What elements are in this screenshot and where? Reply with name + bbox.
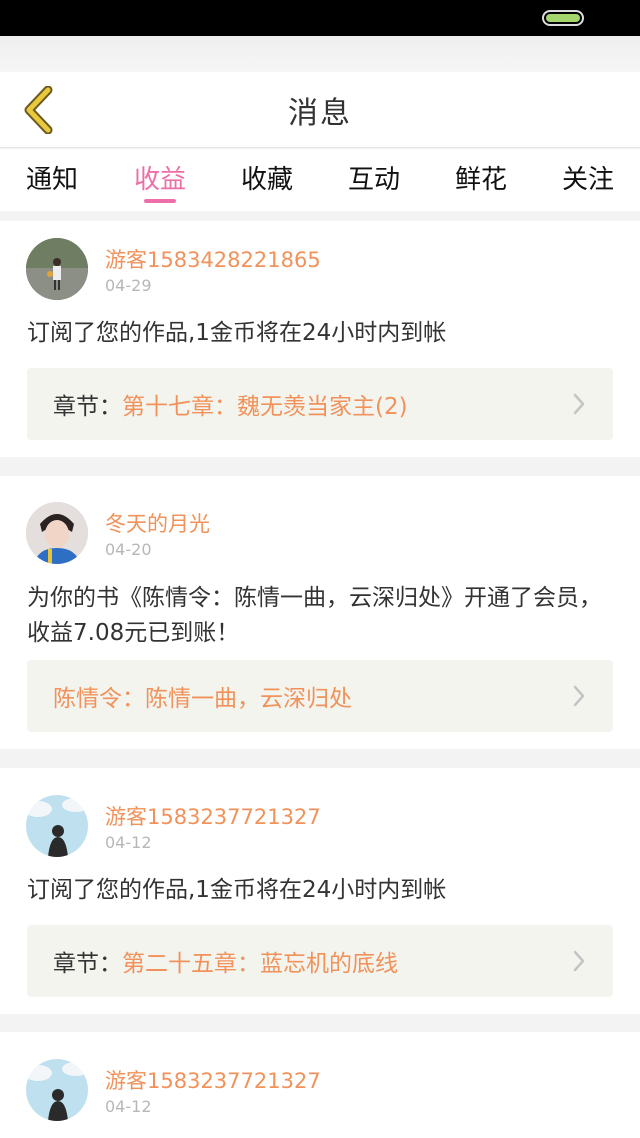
header-bar: 消息 xyxy=(0,72,640,148)
chapter-link-label: 章节： xyxy=(53,951,122,977)
status-gap xyxy=(0,36,640,72)
user-avatar[interactable] xyxy=(26,502,88,564)
chapter-link[interactable]: 章节： 第二十五章：蓝忘机的底线 xyxy=(27,925,613,997)
message-text: 订阅了您的作品,1金币将在24小时内到帐 xyxy=(27,877,447,903)
message-date: 04-12 xyxy=(105,1097,152,1116)
message-text: 订阅了您的作品,1金币将在24小时内到帐 xyxy=(27,320,447,346)
chapter-link[interactable]: 章节： 第十七章：魏无羡当家主(2) xyxy=(27,368,613,440)
user-name[interactable]: 冬天的月光 xyxy=(105,508,210,538)
message-date: 04-12 xyxy=(105,833,152,852)
tab-favorites[interactable]: 收藏 xyxy=(217,149,317,211)
chevron-right-icon xyxy=(573,393,585,415)
message-card: 游客1583237721327 04-12 xyxy=(0,1032,640,1138)
chapter-link-value: 第十七章：魏无羡当家主(2) xyxy=(122,394,408,420)
user-name[interactable]: 游客1583237721327 xyxy=(105,1065,321,1095)
chapter-link-label: 章节： xyxy=(53,394,122,420)
status-bar xyxy=(0,0,640,36)
message-text: 为你的书《陈情令：陈情一曲，云深归处》开通了会员，收益7.08元已到账！ xyxy=(27,585,602,646)
message-card: 游客1583237721327 04-12 订阅了您的作品,1金币将在24小时内… xyxy=(0,768,640,1014)
tab-interaction[interactable]: 互动 xyxy=(324,149,424,211)
tab-earnings[interactable]: 收益 xyxy=(110,149,210,211)
page-title: 消息 xyxy=(288,96,352,131)
avatar-photo xyxy=(26,795,88,857)
user-name[interactable]: 游客1583237721327 xyxy=(105,801,321,831)
avatar-photo xyxy=(26,1059,88,1121)
chapter-link-value: 第二十五章：蓝忘机的底线 xyxy=(122,951,398,977)
avatar-photo xyxy=(26,238,88,300)
message-card: 冬天的月光 04-20 为你的书《陈情令：陈情一曲，云深归处》开通了会员，收益7… xyxy=(0,476,640,749)
user-avatar[interactable] xyxy=(26,795,88,857)
user-name[interactable]: 游客1583428221865 xyxy=(105,244,321,274)
book-link[interactable]: 陈情令：陈情一曲，云深归处 xyxy=(27,660,613,732)
user-avatar[interactable] xyxy=(26,238,88,300)
chevron-right-icon xyxy=(573,950,585,972)
book-link-value: 陈情令：陈情一曲，云深归处 xyxy=(53,686,352,712)
avatar-photo xyxy=(26,502,88,564)
tab-flowers[interactable]: 鲜花 xyxy=(431,149,531,211)
message-card: 游客1583428221865 04-29 订阅了您的作品,1金币将在24小时内… xyxy=(0,221,640,457)
message-date: 04-20 xyxy=(105,540,152,559)
chevron-right-icon xyxy=(573,685,585,707)
tab-notice[interactable]: 通知 xyxy=(2,149,102,211)
active-tab-indicator xyxy=(144,199,176,203)
message-date: 04-29 xyxy=(105,276,152,295)
user-avatar[interactable] xyxy=(26,1059,88,1121)
tab-earnings-label: 收益 xyxy=(133,165,186,195)
tab-follow[interactable]: 关注 xyxy=(538,149,638,211)
tab-bar: 通知 收益 收藏 互动 鲜花 关注 xyxy=(0,149,640,211)
battery-icon xyxy=(542,10,584,26)
